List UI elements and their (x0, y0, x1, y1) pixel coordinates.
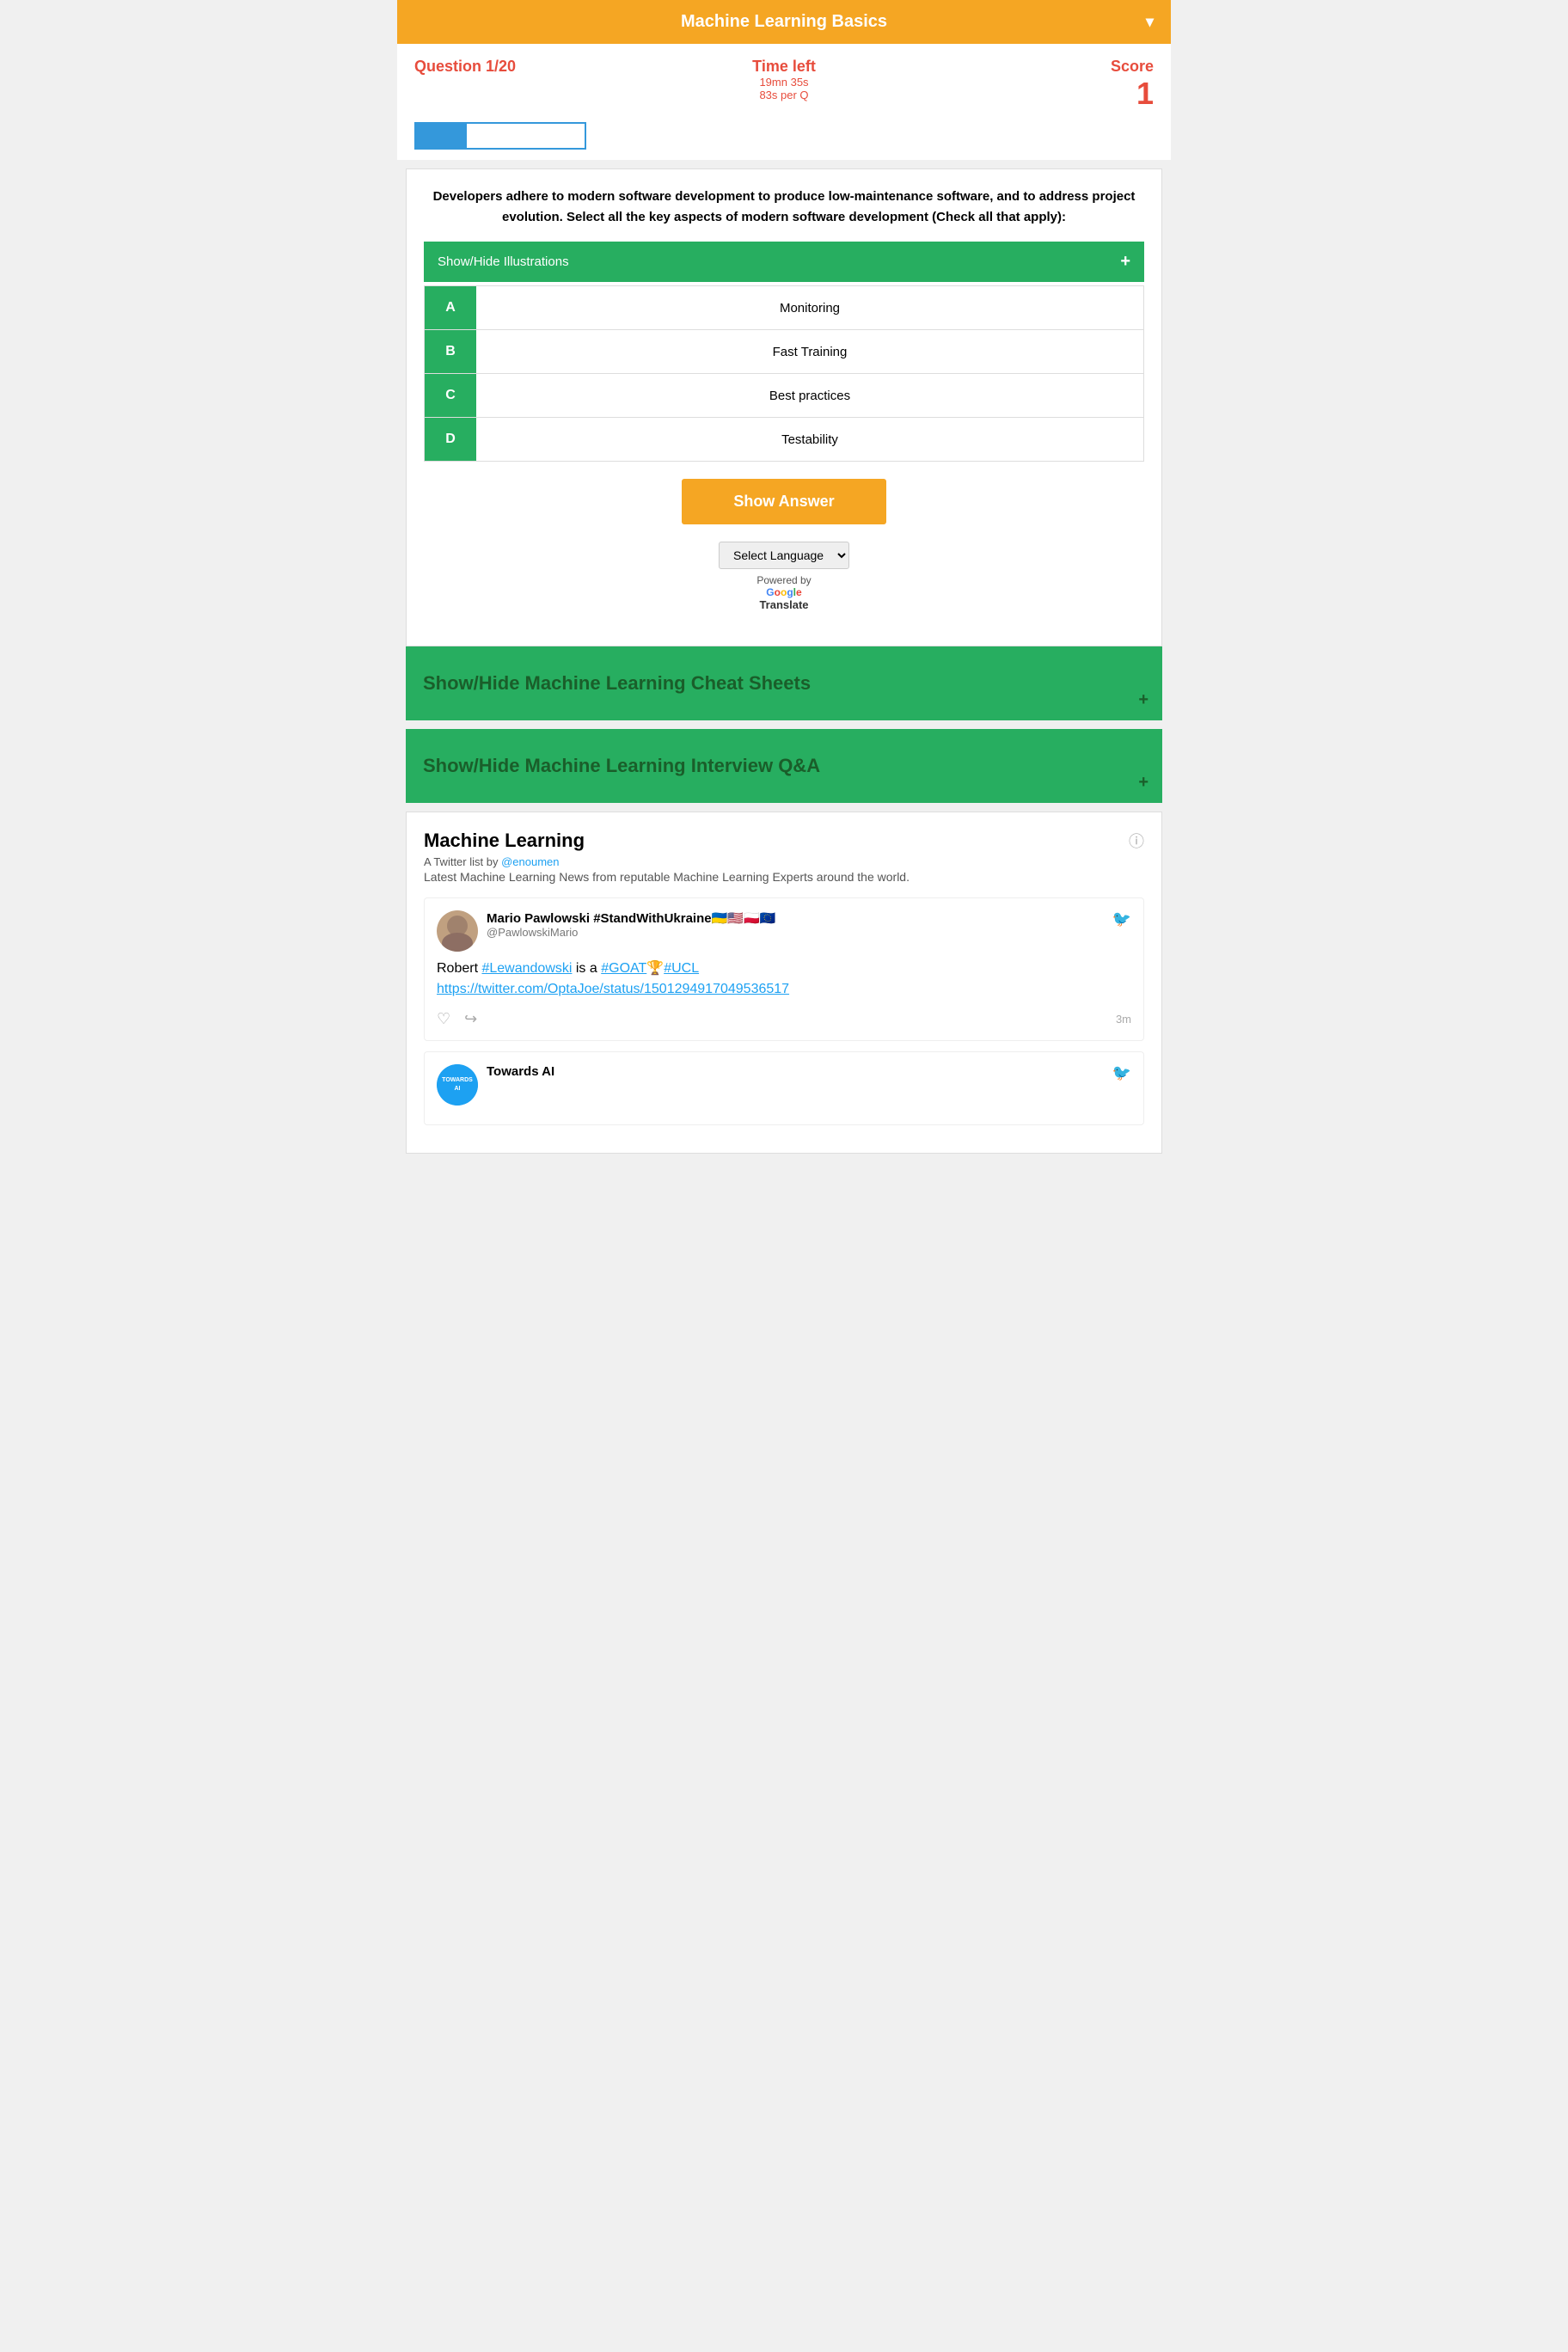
tweet-card-1: Mario Pawlowski #StandWithUkraine🇺🇦🇺🇸🇵🇱🇪… (424, 897, 1144, 1041)
svg-text:TOWARDS: TOWARDS (442, 1077, 473, 1083)
option-letter-b[interactable]: B (425, 330, 476, 373)
cheat-sheets-plus-icon: + (1138, 690, 1148, 710)
tweet-display-name-2: Towards AI (487, 1064, 554, 1079)
tweet-username-1[interactable]: @PawlowskiMario (487, 926, 775, 939)
cheat-sheets-label: Show/Hide Machine Learning Cheat Sheets (423, 672, 1145, 695)
powered-by: Powered by Google Translate (424, 574, 1144, 611)
tweet-retweet-button[interactable]: ↪ (464, 1010, 477, 1028)
progress-filled (416, 124, 467, 148)
tweet-avatar-mario (437, 910, 478, 952)
translate-word: Translate (759, 598, 808, 611)
interview-qa-label: Show/Hide Machine Learning Interview Q&A (423, 755, 1145, 777)
show-answer-button[interactable]: Show Answer (682, 479, 885, 524)
translate-area: Select Language English French Spanish P… (424, 542, 1144, 611)
option-row-a[interactable]: A Monitoring (425, 286, 1143, 330)
option-text-d[interactable]: Testability (476, 418, 1143, 461)
tweet-user-info-1: Mario Pawlowski #StandWithUkraine🇺🇦🇺🇸🇵🇱🇪… (487, 910, 775, 939)
question-text: Developers adhere to modern software dev… (424, 187, 1144, 228)
header-title: Machine Learning Basics (681, 12, 887, 32)
tweet-card-2: TOWARDS AI Towards AI 🐦 (424, 1051, 1144, 1125)
illustrations-plus-icon: + (1120, 252, 1130, 272)
tweet-left-actions: ♡ ↪ (437, 1010, 477, 1028)
language-select[interactable]: Select Language English French Spanish (719, 542, 849, 569)
time-detail-1: 19mn 35s (661, 76, 908, 89)
progress-bar-container (397, 119, 1171, 160)
illustrations-toggle[interactable]: Show/Hide Illustrations + (424, 242, 1144, 282)
tweet-user-info-2: Towards AI (487, 1064, 554, 1079)
twitter-meta-text: A Twitter list by (424, 855, 498, 868)
option-text-a[interactable]: Monitoring (476, 286, 1143, 329)
option-letter-c[interactable]: C (425, 374, 476, 417)
score-value: 1 (907, 76, 1154, 112)
option-letter-d[interactable]: D (425, 418, 476, 461)
tweet-header-1: Mario Pawlowski #StandWithUkraine🇺🇦🇺🇸🇵🇱🇪… (437, 910, 1131, 952)
interview-qa-plus-icon: + (1138, 773, 1148, 793)
svg-text:AI: AI (455, 1086, 461, 1092)
score-label: Score (907, 58, 1154, 76)
interview-qa-section[interactable]: Show/Hide Machine Learning Interview Q&A… (406, 729, 1162, 803)
tweet-link-1[interactable]: https://twitter.com/OptaJoe/status/15012… (437, 982, 789, 996)
cheat-sheets-section[interactable]: Show/Hide Machine Learning Cheat Sheets … (406, 646, 1162, 720)
quiz-meta: Question 1/20 Time left 19mn 35s 83s per… (397, 44, 1171, 119)
twitter-section: ⓘ Machine Learning A Twitter list by @en… (406, 812, 1162, 1154)
tweet-avatar-towards: TOWARDS AI (437, 1064, 478, 1106)
progress-empty (467, 124, 585, 148)
question-number: Question 1/20 (414, 58, 661, 76)
twitter-username-link[interactable]: @enoumen (501, 855, 559, 868)
option-text-c[interactable]: Best practices (476, 374, 1143, 417)
tweet-timestamp-1: 3m (1116, 1013, 1131, 1026)
option-text-b[interactable]: Fast Training (476, 330, 1143, 373)
time-left-label: Time left (661, 58, 908, 76)
tweet-like-button[interactable]: ♡ (437, 1010, 450, 1028)
header-bar: Machine Learning Basics ▾ (397, 0, 1171, 44)
options-list: A Monitoring B Fast Training C Best prac… (424, 285, 1144, 462)
option-letter-a[interactable]: A (425, 286, 476, 329)
twitter-title: Machine Learning (424, 830, 1144, 852)
tweet-actions-1: ♡ ↪ 3m (437, 1010, 1131, 1028)
question-area: Developers adhere to modern software dev… (406, 168, 1162, 646)
google-logo-text: Google (766, 586, 801, 598)
header-dropdown-icon[interactable]: ▾ (1146, 13, 1154, 31)
twitter-meta: A Twitter list by @enoumen (424, 855, 1144, 868)
info-icon[interactable]: ⓘ (1129, 830, 1144, 852)
progress-bar (414, 122, 586, 150)
option-row-d[interactable]: D Testability (425, 418, 1143, 461)
score: Score 1 (907, 58, 1154, 112)
twitter-bird-icon-2: 🐦 (1112, 1064, 1131, 1082)
twitter-description: Latest Machine Learning News from reputa… (424, 870, 1144, 884)
option-row-b[interactable]: B Fast Training (425, 330, 1143, 374)
tweet-body-1: Robert #Lewandowski is a #GOAT🏆#UCL http… (437, 959, 1131, 1000)
tweet-hashtag-goat[interactable]: #GOAT (601, 961, 646, 976)
tweet-hashtag-ucl[interactable]: #UCL (664, 961, 699, 976)
twitter-bird-icon-1: 🐦 (1112, 910, 1131, 928)
time-detail-2: 83s per Q (661, 89, 908, 101)
time-left: Time left 19mn 35s 83s per Q (661, 58, 908, 101)
illustrations-label: Show/Hide Illustrations (438, 254, 569, 269)
option-row-c[interactable]: C Best practices (425, 374, 1143, 418)
powered-by-text: Powered by (756, 574, 811, 586)
tweet-header-2: TOWARDS AI Towards AI 🐦 (437, 1064, 1131, 1106)
tweet-hashtag-lewandowski[interactable]: #Lewandowski (481, 961, 572, 976)
tweet-display-name-1: Mario Pawlowski #StandWithUkraine🇺🇦🇺🇸🇵🇱🇪… (487, 910, 775, 926)
